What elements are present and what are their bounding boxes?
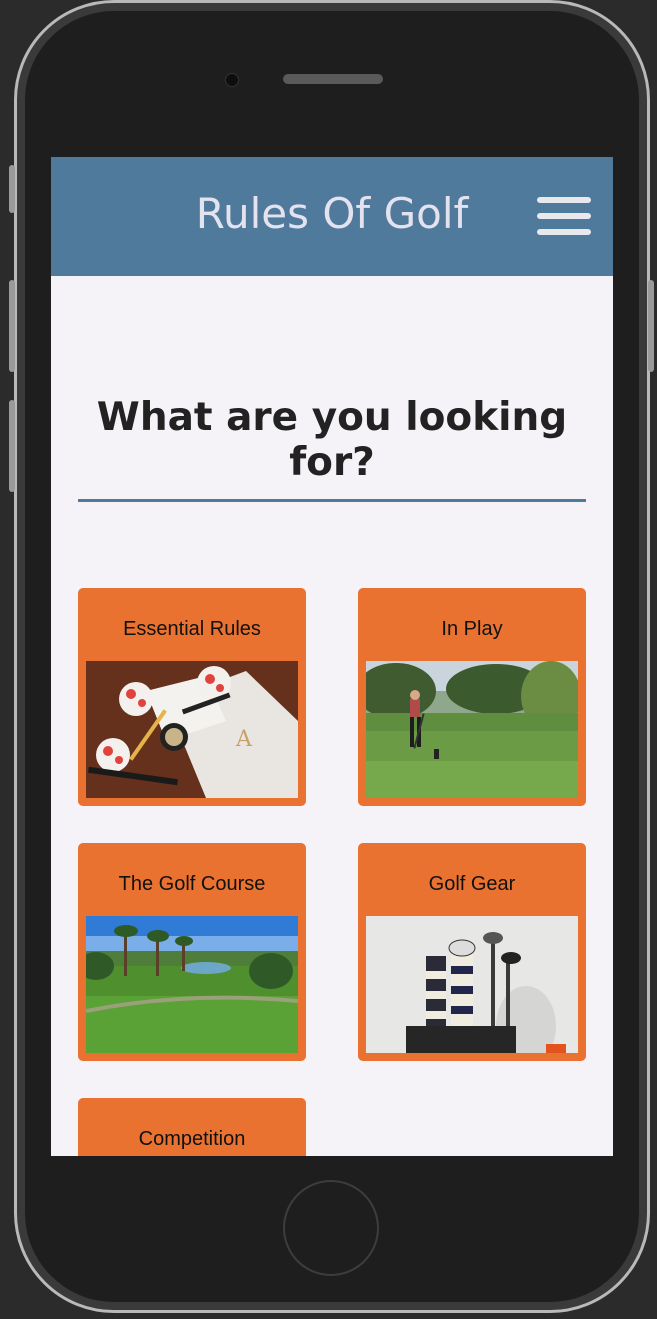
phone-silent-switch [9, 165, 15, 213]
app-title[interactable]: Rules Of Golf [51, 189, 613, 238]
app-screen: Rules Of Golf What are you looking for? … [51, 157, 613, 1156]
category-card-label: Competition [138, 1128, 246, 1150]
phone-volume-up [9, 280, 15, 372]
category-card-label: Essential Rules [123, 618, 261, 640]
phone-home-button[interactable] [283, 1180, 379, 1276]
golfer-teeing-off-photo [366, 661, 578, 798]
phone-camera [225, 73, 239, 87]
category-card-in-play[interactable]: In Play [358, 588, 586, 806]
golf-essentials-photo: A [86, 661, 298, 798]
heading-divider [78, 499, 586, 502]
category-card-label: Golf Gear [428, 873, 516, 895]
phone-power-button [648, 280, 654, 372]
golf-course-photo [86, 916, 298, 1053]
phone-volume-down [9, 400, 15, 492]
page-heading: What are you looking for? [96, 395, 568, 485]
category-card-golf-gear[interactable]: Golf Gear [358, 843, 586, 1061]
category-card-label: The Golf Course [118, 873, 266, 895]
phone-speaker [283, 74, 383, 84]
category-card-competition[interactable]: Competition [78, 1098, 306, 1156]
category-card-the-golf-course[interactable]: The Golf Course [78, 843, 306, 1061]
category-card-essential-rules[interactable]: Essential Rules A [78, 588, 306, 806]
category-card-label: In Play [441, 618, 503, 640]
golf-bag-clubs-photo [366, 916, 578, 1053]
navbar: Rules Of Golf [51, 157, 613, 276]
svg-text:A: A [235, 727, 253, 752]
hamburger-menu-icon[interactable] [537, 197, 591, 235]
